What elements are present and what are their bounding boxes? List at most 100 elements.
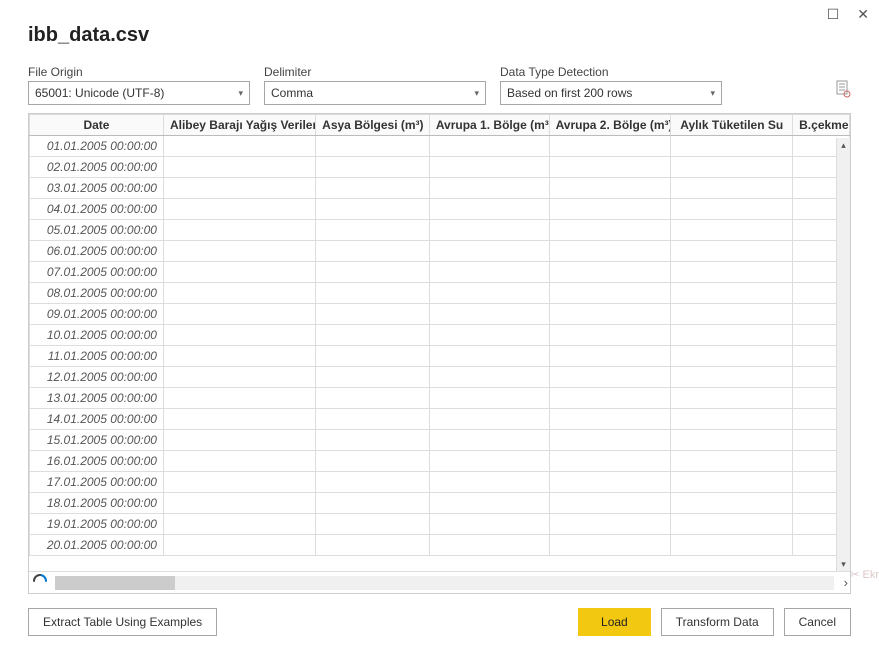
load-button[interactable]: Load <box>578 608 651 636</box>
col-header-alibey[interactable]: Alibey Barajı Yağış Verileri <box>163 115 315 136</box>
col-header-asya[interactable]: Asya Bölgesi (m³) <box>316 115 430 136</box>
table-row[interactable]: 10.01.2005 00:00:00 <box>30 325 850 346</box>
table-row[interactable]: 04.01.2005 00:00:00 <box>30 199 850 220</box>
empty-cell <box>163 262 315 283</box>
empty-cell <box>671 325 793 346</box>
dialog-title: ibb_data.csv <box>28 24 851 47</box>
table-row[interactable]: 20.01.2005 00:00:00 <box>30 535 850 556</box>
empty-cell <box>429 283 549 304</box>
detection-combo[interactable]: Based on first 200 rows ▾ <box>500 81 722 105</box>
loading-icon <box>29 574 51 591</box>
empty-cell <box>429 451 549 472</box>
empty-cell <box>549 367 671 388</box>
date-cell: 11.01.2005 00:00:00 <box>30 346 164 367</box>
file-origin-label: File Origin <box>28 65 250 79</box>
empty-cell <box>429 178 549 199</box>
table-row[interactable]: 02.01.2005 00:00:00 <box>30 157 850 178</box>
table-row[interactable]: 01.01.2005 00:00:00 <box>30 136 850 157</box>
table-row[interactable]: 17.01.2005 00:00:00 <box>30 472 850 493</box>
empty-cell <box>671 493 793 514</box>
empty-cell <box>429 430 549 451</box>
empty-cell <box>671 535 793 556</box>
empty-cell <box>671 157 793 178</box>
empty-cell <box>549 451 671 472</box>
empty-cell <box>549 493 671 514</box>
date-cell: 12.01.2005 00:00:00 <box>30 367 164 388</box>
date-cell: 06.01.2005 00:00:00 <box>30 241 164 262</box>
vertical-scrollbar[interactable]: ▴ ▾ <box>836 138 850 571</box>
empty-cell <box>316 346 430 367</box>
table-row[interactable]: 18.01.2005 00:00:00 <box>30 493 850 514</box>
horizontal-scroll-row: › <box>29 571 850 593</box>
table-row[interactable]: 19.01.2005 00:00:00 <box>30 514 850 535</box>
preview-table-scroll[interactable]: Date Alibey Barajı Yağış Verileri Asya B… <box>29 114 850 571</box>
col-header-bcekmece[interactable]: B.çekmec <box>793 115 850 136</box>
extract-table-button[interactable]: Extract Table Using Examples <box>28 608 217 636</box>
empty-cell <box>316 493 430 514</box>
empty-cell <box>163 367 315 388</box>
empty-cell <box>549 304 671 325</box>
table-row[interactable]: 11.01.2005 00:00:00 <box>30 346 850 367</box>
empty-cell <box>549 430 671 451</box>
table-row[interactable]: 16.01.2005 00:00:00 <box>30 451 850 472</box>
settings-icon[interactable] <box>835 80 851 105</box>
col-header-avrupa1[interactable]: Avrupa 1. Bölge (m³) <box>429 115 549 136</box>
file-origin-combo[interactable]: 65001: Unicode (UTF-8) ▾ <box>28 81 250 105</box>
empty-cell <box>671 388 793 409</box>
empty-cell <box>163 451 315 472</box>
table-header-row: Date Alibey Barajı Yağış Verileri Asya B… <box>30 115 850 136</box>
date-cell: 20.01.2005 00:00:00 <box>30 535 164 556</box>
empty-cell <box>163 136 315 157</box>
scroll-up-icon[interactable]: ▴ <box>837 138 850 152</box>
close-icon[interactable]: ✕ <box>857 6 869 23</box>
scrollbar-thumb[interactable] <box>55 576 175 590</box>
empty-cell <box>549 178 671 199</box>
empty-cell <box>316 262 430 283</box>
table-row[interactable]: 12.01.2005 00:00:00 <box>30 367 850 388</box>
date-cell: 03.01.2005 00:00:00 <box>30 178 164 199</box>
empty-cell <box>429 157 549 178</box>
file-origin-field: File Origin 65001: Unicode (UTF-8) ▾ <box>28 65 250 105</box>
preview-table: Date Alibey Barajı Yağış Verileri Asya B… <box>29 114 850 556</box>
empty-cell <box>163 178 315 199</box>
table-row[interactable]: 14.01.2005 00:00:00 <box>30 409 850 430</box>
empty-cell <box>316 283 430 304</box>
date-cell: 13.01.2005 00:00:00 <box>30 388 164 409</box>
empty-cell <box>429 220 549 241</box>
scroll-right-icon[interactable]: › <box>844 575 848 590</box>
table-row[interactable]: 03.01.2005 00:00:00 <box>30 178 850 199</box>
empty-cell <box>671 178 793 199</box>
table-row[interactable]: 15.01.2005 00:00:00 <box>30 430 850 451</box>
table-row[interactable]: 13.01.2005 00:00:00 <box>30 388 850 409</box>
horizontal-scrollbar[interactable] <box>55 576 834 590</box>
empty-cell <box>671 283 793 304</box>
maximize-icon[interactable]: ☐ <box>827 6 840 23</box>
empty-cell <box>671 136 793 157</box>
table-row[interactable]: 07.01.2005 00:00:00 <box>30 262 850 283</box>
dialog-footer: Extract Table Using Examples Load Transf… <box>28 594 851 636</box>
empty-cell <box>163 220 315 241</box>
table-row[interactable]: 08.01.2005 00:00:00 <box>30 283 850 304</box>
date-cell: 15.01.2005 00:00:00 <box>30 430 164 451</box>
delimiter-label: Delimiter <box>264 65 486 79</box>
date-cell: 10.01.2005 00:00:00 <box>30 325 164 346</box>
col-header-date[interactable]: Date <box>30 115 164 136</box>
cancel-button[interactable]: Cancel <box>784 608 851 636</box>
empty-cell <box>671 451 793 472</box>
empty-cell <box>316 178 430 199</box>
table-row[interactable]: 09.01.2005 00:00:00 <box>30 304 850 325</box>
empty-cell <box>671 220 793 241</box>
date-cell: 04.01.2005 00:00:00 <box>30 199 164 220</box>
empty-cell <box>316 514 430 535</box>
col-header-aylik[interactable]: Aylık Tüketilen Su <box>671 115 793 136</box>
table-row[interactable]: 06.01.2005 00:00:00 <box>30 241 850 262</box>
col-header-avrupa2[interactable]: Avrupa 2. Bölge (m³) <box>549 115 671 136</box>
delimiter-combo[interactable]: Comma ▾ <box>264 81 486 105</box>
table-row[interactable]: 05.01.2005 00:00:00 <box>30 220 850 241</box>
empty-cell <box>429 325 549 346</box>
csv-preview-dialog: ibb_data.csv File Origin 65001: Unicode … <box>0 0 879 656</box>
date-cell: 19.01.2005 00:00:00 <box>30 514 164 535</box>
empty-cell <box>671 409 793 430</box>
transform-data-button[interactable]: Transform Data <box>661 608 774 636</box>
scroll-down-icon[interactable]: ▾ <box>837 557 850 571</box>
